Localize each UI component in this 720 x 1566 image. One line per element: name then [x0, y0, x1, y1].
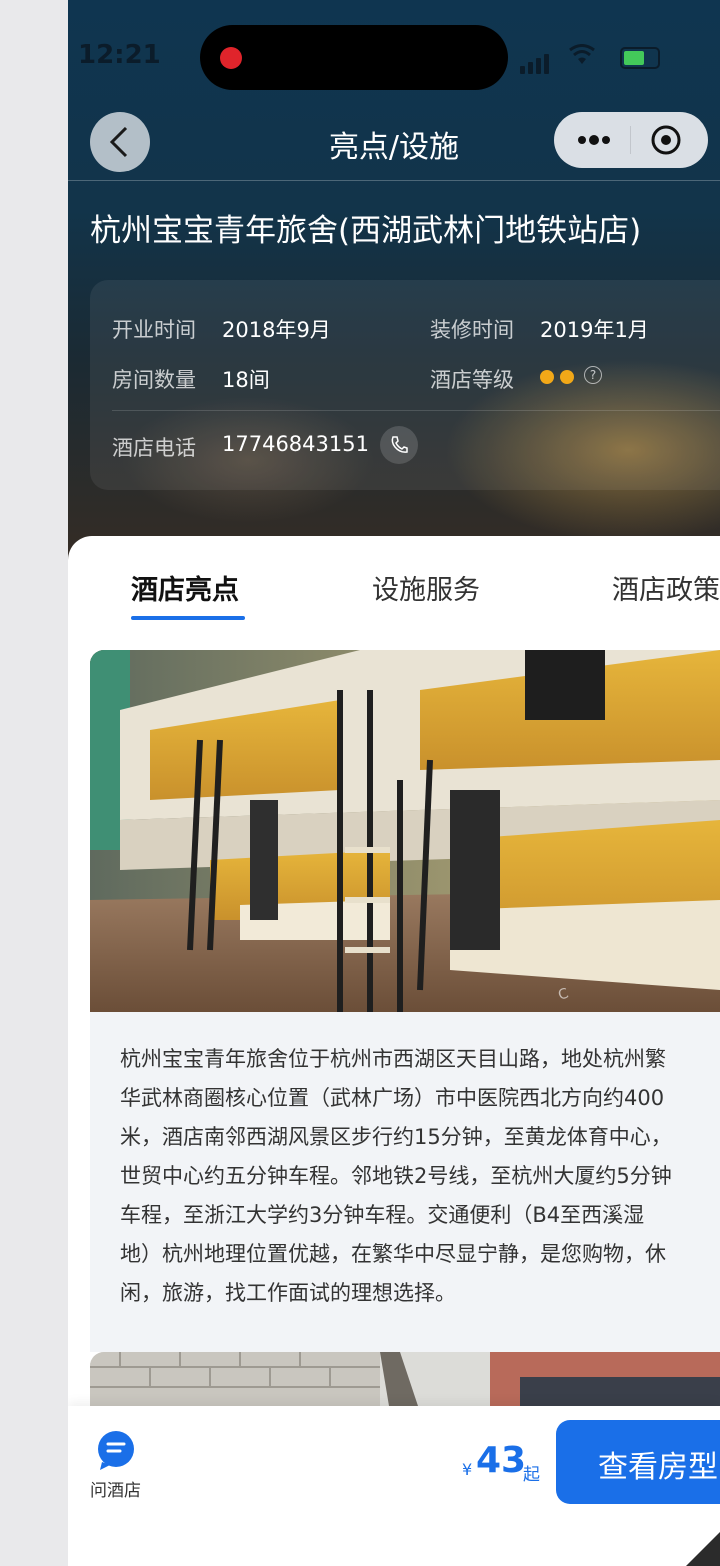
call-button[interactable] [380, 426, 418, 464]
renovation-value: 2019年1月 [540, 318, 649, 342]
mini-program-capsule [554, 112, 708, 168]
phone-value: 17746843151 [222, 432, 369, 456]
opening-value: 2018年9月 [222, 318, 331, 342]
battery-icon [620, 47, 660, 69]
help-icon[interactable]: ? [584, 366, 602, 384]
description-line: 闲，旅游，找工作面试的理想选择。 [120, 1281, 456, 1305]
price-currency: ¥ [462, 1460, 473, 1479]
building-exterior-image [90, 1352, 720, 1412]
view-room-types-label: 查看房型 [598, 1450, 718, 1485]
price-suffix: 起 [523, 1465, 540, 1485]
wifi-icon [569, 44, 595, 64]
phone-icon [391, 436, 408, 453]
description-line: 车程，至浙江大学约3分钟车程。交通便利（B4至西溪湿 [120, 1203, 645, 1227]
hotel-photo[interactable]: C [90, 650, 720, 1012]
level-dot-icon [560, 370, 574, 384]
tab-highlights[interactable]: 酒店亮点 [131, 568, 239, 607]
price-value: 43 [476, 1440, 527, 1481]
description-line: 华武林商圈核心位置（武林广场）市中医院西北方向约400 [120, 1086, 665, 1110]
description-line: 米，酒店南邻西湖风景区步行约15分钟，至黄龙体育中心， [120, 1125, 672, 1149]
description-box: 杭州宝宝青年旅舍位于杭州市西湖区天目山路，地处杭州繁 华武林商圈核心位置（武林广… [90, 1012, 720, 1352]
hero-header: 12:21 亮点/设施 杭州宝宝青年旅舍(西湖武林门地铁站店) 开业时间 201… [68, 0, 720, 600]
opening-label: 开业时间 [112, 318, 196, 342]
view-room-types-button[interactable]: 查看房型 [556, 1420, 720, 1504]
description-line: 杭州宝宝青年旅舍位于杭州市西湖区天目山路，地处杭州繁 [120, 1047, 666, 1071]
phone-label: 酒店电话 [112, 436, 196, 460]
dynamic-island [200, 25, 508, 90]
corner-decoration [686, 1532, 720, 1566]
level-dot-icon [540, 370, 554, 384]
bunk-room-image: C [90, 650, 720, 1012]
status-icons [520, 44, 660, 74]
active-tab-indicator [131, 616, 245, 620]
hotel-info-card: 开业时间 2018年9月 装修时间 2019年1月 房间数量 18间 酒店等级 … [90, 280, 720, 490]
bottom-action-bar: 问酒店 ¥ 43 起 查看房型 [68, 1406, 720, 1566]
tab-facilities[interactable]: 设施服务 [372, 568, 480, 607]
description-line: 地）杭州地理位置优越，在繁华中尽显宁静，是您购物，休 [120, 1242, 666, 1266]
recording-indicator-icon [220, 47, 242, 69]
chat-bubble-icon[interactable] [94, 1428, 140, 1472]
renovation-label: 装修时间 [430, 318, 514, 342]
nav-divider [68, 180, 720, 181]
hotel-name: 杭州宝宝青年旅舍(西湖武林门地铁站店) [90, 213, 642, 249]
status-time: 12:21 [78, 40, 161, 70]
tab-policies[interactable]: 酒店政策 [612, 568, 720, 607]
ask-hotel-label[interactable]: 问酒店 [90, 1476, 141, 1501]
level-label: 酒店等级 [430, 368, 514, 392]
rooms-value: 18间 [222, 368, 270, 392]
more-icon[interactable] [572, 122, 616, 158]
close-target-icon[interactable] [650, 124, 682, 156]
hotel-description: 杭州宝宝青年旅舍位于杭州市西湖区天目山路，地处杭州繁 华武林商圈核心位置（武林广… [120, 1040, 720, 1313]
phone-screen: 12:21 亮点/设施 杭州宝宝青年旅舍(西湖武林门地铁站店) 开业时间 201… [68, 0, 720, 1566]
hotel-photo-2[interactable] [90, 1352, 720, 1412]
description-line: 世贸中心约五分钟车程。邻地铁2号线，至杭州大厦约5分钟 [120, 1164, 672, 1188]
rooms-label: 房间数量 [112, 368, 196, 392]
